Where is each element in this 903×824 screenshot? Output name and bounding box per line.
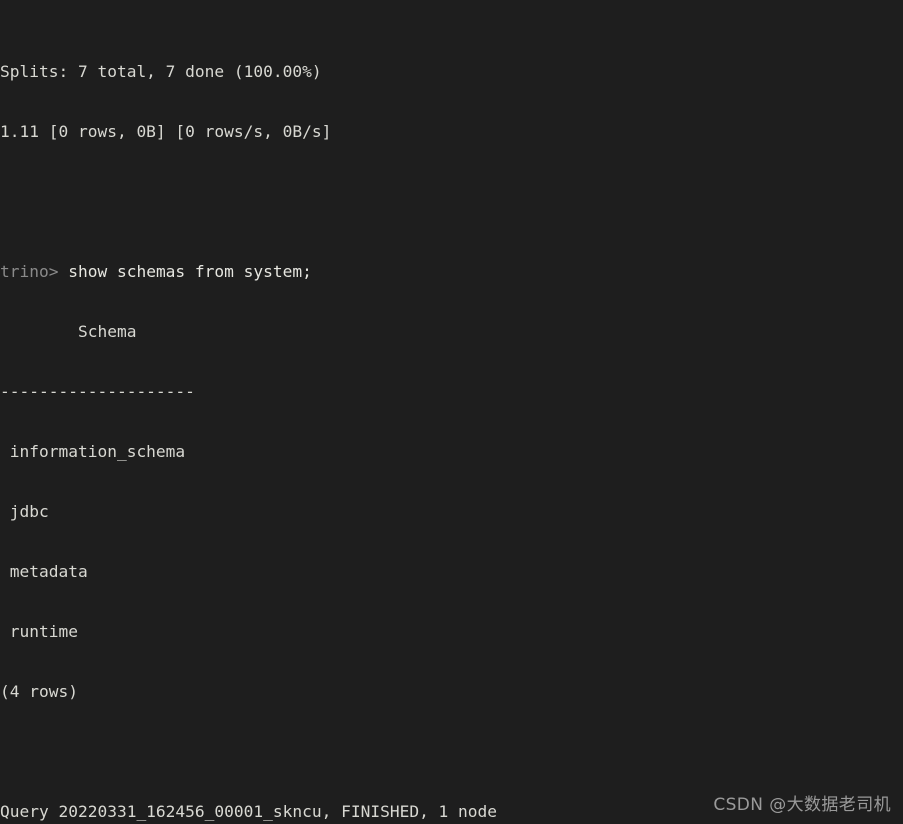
schemas-row: metadata	[0, 562, 780, 582]
query-status-text: Query 20220331_162456_00001_skncu, FINIS…	[0, 802, 498, 821]
terminal-screen: Splits: 7 total, 7 done (100.00%) 1.11 […	[0, 0, 780, 824]
schemas-row-text: information_schema	[0, 442, 186, 461]
stats-splits-line: Splits: 7 total, 7 done (100.00%)	[0, 62, 780, 82]
csdn-watermark: CSDN @大数据老司机	[713, 795, 891, 815]
schemas-separator-text: --------------------	[0, 382, 195, 401]
schemas-row: information_schema	[0, 442, 780, 462]
schemas-rowcount: (4 rows)	[0, 682, 780, 702]
command-line-show-schemas[interactable]: trino> show schemas from system;	[0, 262, 780, 282]
prompt-label: trino>	[0, 262, 59, 281]
schemas-row: jdbc	[0, 502, 780, 522]
schemas-table-header: Schema	[0, 322, 780, 342]
rowcount-text: (4 rows)	[0, 682, 78, 701]
schemas-row-text: metadata	[0, 562, 88, 581]
schemas-header-text: Schema	[0, 322, 137, 341]
schemas-row: runtime	[0, 622, 780, 642]
timing-text: 1.11 [0 rows, 0B] [0 rows/s, 0B/s]	[0, 122, 332, 141]
stats-timing-line: 1.11 [0 rows, 0B] [0 rows/s, 0B/s]	[0, 122, 780, 142]
schemas-row-text: jdbc	[0, 502, 49, 521]
schemas-row-text: runtime	[0, 622, 78, 641]
splits-text: Splits: 7 total, 7 done (100.00%)	[0, 62, 322, 81]
query1-status-line: Query 20220331_162456_00001_skncu, FINIS…	[0, 802, 780, 822]
command-text: show schemas from system;	[58, 262, 312, 281]
terminal-window[interactable]: Splits: 7 total, 7 done (100.00%) 1.11 […	[0, 0, 903, 824]
schemas-table-separator: --------------------	[0, 382, 780, 402]
